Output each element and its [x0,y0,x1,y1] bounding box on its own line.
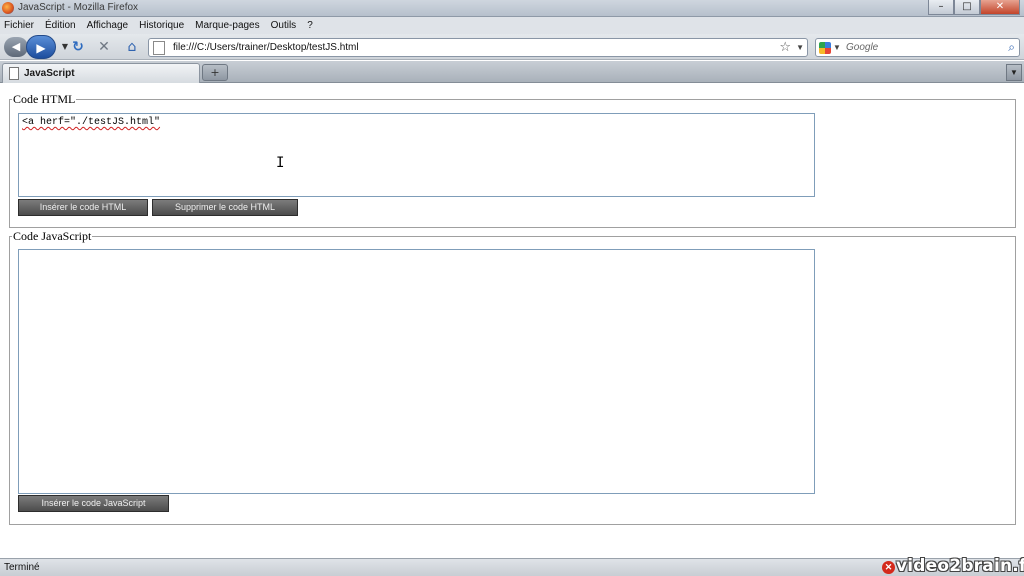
tab-list-icon[interactable]: ▼ [1006,64,1022,81]
error-console-icon[interactable]: ✕ [882,561,895,574]
search-engine-icon[interactable] [819,42,831,54]
url-bar[interactable]: file:///C:/Users/trainer/Desktop/testJS.… [148,38,808,57]
text-cursor-icon: I [276,155,285,171]
status-text: Terminé [4,562,40,573]
window-title-bar: JavaScript - Mozilla Firefox – □ ✕ [0,0,1024,17]
back-button[interactable]: ◀ [4,37,28,57]
arrow-left-icon: ◀ [11,41,21,53]
insert-html-button[interactable]: Insérer le code HTML [18,199,148,216]
menu-historique[interactable]: Historique [139,20,184,31]
javascript-section-legend: Code JavaScript [13,229,92,243]
menu-fichier[interactable]: Fichier [4,20,34,31]
remove-html-button[interactable]: Supprimer le code HTML [152,199,298,216]
navigation-toolbar: ◀ ▶ ▼ ↻ ✕ ⌂ file:///C:/Users/trainer/Des… [0,34,1024,60]
reload-icon[interactable]: ↻ [70,39,86,55]
status-bar: Terminé ✕ video2brain.fr [0,556,1024,576]
window-controls: – □ ✕ [928,0,1020,15]
minimize-button[interactable]: – [928,0,954,15]
close-window-button[interactable]: ✕ [980,0,1020,15]
page-favicon-icon [153,41,165,55]
page-icon [9,67,19,80]
maximize-button[interactable]: □ [954,0,980,15]
html-section-legend: Code HTML [13,92,76,106]
home-icon[interactable]: ⌂ [124,39,140,55]
html-code-textarea[interactable]: <a herf="./testJS.html" [18,113,815,197]
tab-label: JavaScript [24,68,75,79]
menu-marque-pages[interactable]: Marque-pages [195,20,259,31]
tab-javascript[interactable]: JavaScript [2,63,200,83]
firefox-logo-icon [2,2,14,14]
menu-outils[interactable]: Outils [271,20,297,31]
video2brain-watermark: video2brain.fr [896,556,1024,576]
search-bar[interactable]: ▼ Google ⌕ [815,38,1020,57]
url-input[interactable]: file:///C:/Users/trainer/Desktop/testJS.… [173,42,359,53]
menu-edition[interactable]: Édition [45,20,76,31]
window-title: JavaScript - Mozilla Firefox [18,2,139,13]
stop-icon[interactable]: ✕ [96,39,112,55]
tab-strip: JavaScript + ▼ [0,61,1024,83]
html-code-content: <a herf="./testJS.html" [22,117,161,128]
url-dropdown-icon[interactable]: ▼ [796,43,804,52]
search-engine-dropdown-icon[interactable]: ▼ [833,43,841,52]
menu-aide[interactable]: ? [307,20,313,31]
menu-bar: Fichier Édition Affichage Historique Mar… [0,17,1024,34]
search-input[interactable]: Google [846,42,878,53]
new-tab-button[interactable]: + [202,64,228,81]
bookmark-star-icon[interactable]: ☆ [779,40,791,55]
insert-javascript-button[interactable]: Insérer le code JavaScript [18,495,169,512]
search-icon[interactable]: ⌕ [1008,40,1015,55]
arrow-right-icon: ▶ [36,41,46,55]
forward-button[interactable]: ▶ [26,35,56,59]
menu-affichage[interactable]: Affichage [87,20,129,31]
javascript-code-textarea[interactable] [18,249,815,494]
